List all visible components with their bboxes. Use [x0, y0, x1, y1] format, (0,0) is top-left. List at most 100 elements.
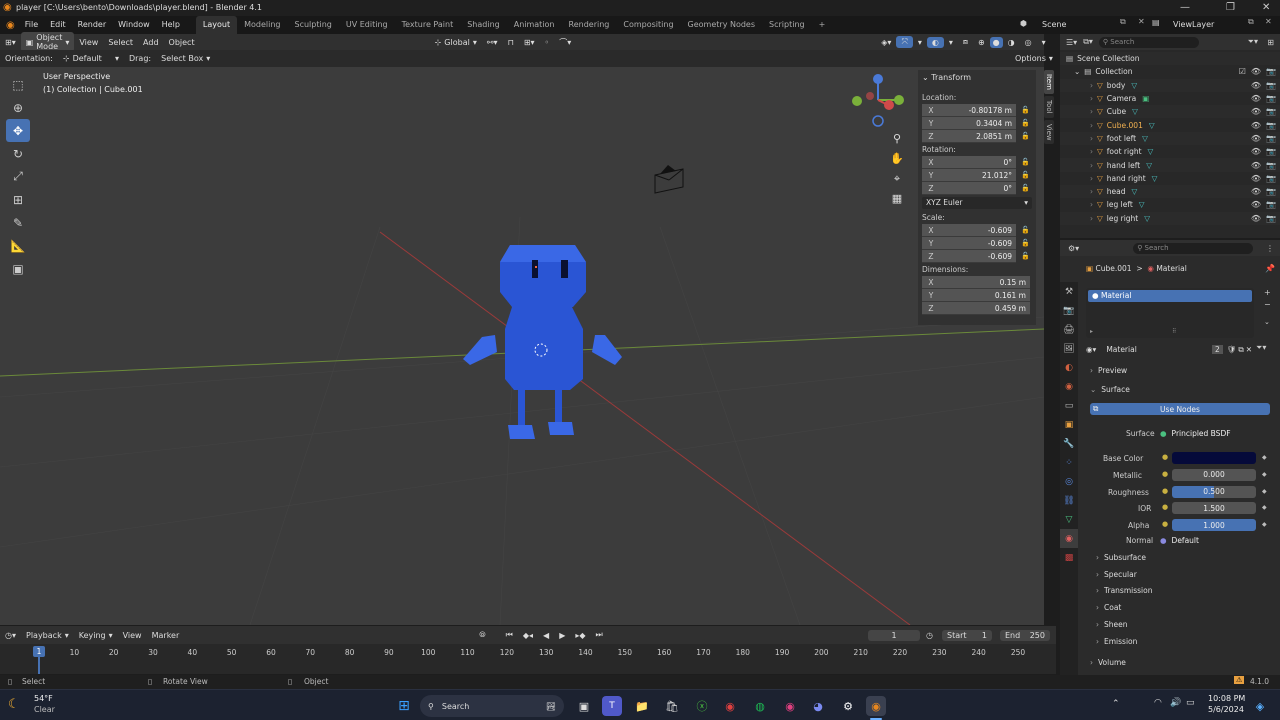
add-slot-button[interactable]: +: [1264, 288, 1271, 297]
material-tab-icon[interactable]: ◉: [1060, 529, 1078, 548]
start-frame-field[interactable]: Start 1: [942, 629, 992, 641]
menu-render[interactable]: Render: [72, 16, 112, 34]
roughness-field[interactable]: 0.500: [1172, 485, 1256, 498]
eye-icon[interactable]: 👁: [1251, 107, 1261, 116]
volume-icon[interactable]: 🔊: [1170, 698, 1181, 708]
clock-time[interactable]: 10:08 PM: [1208, 694, 1245, 703]
particles-tab-icon[interactable]: ⁘: [1060, 453, 1078, 472]
discord-icon[interactable]: ◕: [808, 696, 828, 716]
menu-playback[interactable]: Playback ▾: [21, 630, 74, 641]
tab-animation[interactable]: Animation: [507, 16, 562, 34]
outliner-item[interactable]: › ▽ Camera ▣ 👁 📷: [1060, 92, 1280, 105]
lock-icon[interactable]: 🔓: [1021, 184, 1030, 192]
lock-icon[interactable]: 🔓: [1021, 239, 1030, 247]
jump-start-button[interactable]: ⏮: [501, 629, 518, 641]
keyframe-dot-icon[interactable]: ◆: [1262, 521, 1267, 528]
remove-slot-button[interactable]: −: [1264, 300, 1271, 309]
expand-arrow-icon[interactable]: ›: [1090, 81, 1093, 90]
outliner-item[interactable]: › ▽ leg right ▽ 👁 📷: [1060, 211, 1280, 225]
delete-view-layer-icon[interactable]: ✕: [1265, 17, 1272, 26]
eye-icon[interactable]: 👁: [1251, 187, 1261, 196]
render-tab-icon[interactable]: 📷: [1060, 301, 1078, 320]
preview-panel[interactable]: › Preview: [1090, 366, 1127, 375]
camera-icon[interactable]: 📷: [1266, 147, 1276, 156]
editor-type-button[interactable]: ☰▾: [1066, 38, 1077, 47]
socket-icon[interactable]: ●: [1162, 487, 1168, 495]
outliner-item[interactable]: › ▽ foot left ▽ 👁 📷: [1060, 131, 1280, 146]
rotation-y-field[interactable]: Y 21.012°: [922, 169, 1016, 182]
camera-icon[interactable]: 📷: [1266, 94, 1276, 103]
surface-shader-selector[interactable]: ● Principled BSDF: [1160, 427, 1256, 439]
rotation-x-field[interactable]: X 0°: [922, 156, 1016, 169]
outliner-item[interactable]: › ▽ hand left ▽ 👁 📷: [1060, 158, 1280, 172]
tab-geometry-nodes[interactable]: Geometry Nodes: [681, 16, 762, 34]
scene-tab-icon[interactable]: ◐: [1060, 358, 1078, 377]
camera-icon[interactable]: 📷: [1266, 200, 1276, 209]
rotation-z-field[interactable]: Z 0°: [922, 182, 1016, 195]
play-reverse-button[interactable]: ◀: [538, 630, 554, 641]
scale-z-field[interactable]: Z -0.609: [922, 250, 1016, 263]
properties-search[interactable]: ⚲ Search: [1133, 242, 1254, 254]
rotation-mode-dropdown[interactable]: XYZ Euler ▾: [922, 197, 1032, 209]
camera-icon[interactable]: 📷: [1266, 134, 1276, 143]
outliner-item[interactable]: › ▽ leg left ▽ 👁 📷: [1060, 198, 1280, 211]
outliner-item[interactable]: › ▽ Cube.001 ▽ 👁 📷: [1060, 118, 1280, 131]
modifier-tab-icon[interactable]: 🔧: [1060, 434, 1078, 453]
select-box-tool[interactable]: ⬚: [6, 73, 30, 96]
gizmo-toggle[interactable]: ⤧: [896, 36, 913, 48]
normal-input[interactable]: ● Default: [1160, 534, 1256, 546]
steam-icon[interactable]: ⚙: [838, 696, 858, 716]
camera-icon[interactable]: 📷: [1266, 214, 1276, 223]
view-layer-tab-icon[interactable]: 🖼: [1060, 339, 1078, 358]
add-workspace-button[interactable]: +: [812, 16, 833, 34]
outliner-item[interactable]: › ▽ body ▽ 👁 📷: [1060, 78, 1280, 92]
menu-keying[interactable]: Keying ▾: [74, 630, 118, 641]
mesh-data-icon[interactable]: ▽: [1132, 187, 1138, 196]
editor-type-button[interactable]: ⊞▾: [0, 37, 21, 48]
xbox-icon[interactable]: ⓧ: [692, 696, 712, 716]
tab-texture-paint[interactable]: Texture Paint: [395, 16, 461, 34]
dimension-y-field[interactable]: Y 0.161 m: [922, 289, 1030, 302]
tool-tab-icon[interactable]: ⚒: [1060, 282, 1078, 301]
user-count[interactable]: 2: [1212, 345, 1223, 354]
spotify-icon[interactable]: ◍: [750, 696, 770, 716]
rotate-tool[interactable]: ↻: [6, 142, 30, 165]
weather-icon[interactable]: ☾: [8, 697, 20, 712]
volume-panel[interactable]: › Volume: [1090, 658, 1126, 667]
keyframe-dot-icon[interactable]: ◆: [1262, 504, 1267, 511]
playhead[interactable]: 1: [33, 646, 45, 657]
tab-shading[interactable]: Shading: [460, 16, 507, 34]
tab-modeling[interactable]: Modeling: [237, 16, 287, 34]
ortho-toggle-icon[interactable]: ▦: [888, 189, 906, 209]
next-keyframe-button[interactable]: ▸◆: [570, 630, 590, 641]
outliner-item[interactable]: › ▽ hand right ▽ 👁 📷: [1060, 172, 1280, 185]
mesh-data-icon[interactable]: ▽: [1132, 107, 1138, 116]
chrome-icon[interactable]: ◉: [720, 696, 740, 716]
timeline-area[interactable]: 10 20 30 40 50 60 70 80 90 100 110 120 130 140 150 160 1…: [0, 644, 1056, 674]
jump-end-button[interactable]: ⏭: [591, 629, 608, 641]
camera-view-icon[interactable]: ⌖: [888, 169, 906, 189]
eye-icon[interactable]: 👁: [1251, 94, 1261, 103]
camera-data-icon[interactable]: ▣: [1142, 94, 1149, 103]
socket-icon[interactable]: ●: [1162, 520, 1168, 528]
shading-material[interactable]: ◑: [1003, 37, 1020, 48]
weather-temp[interactable]: 54°F: [34, 694, 53, 703]
mesh-data-icon[interactable]: ▽: [1131, 81, 1137, 90]
fake-user-icon[interactable]: 🛡: [1227, 345, 1237, 354]
expand-arrow-icon[interactable]: ›: [1090, 147, 1093, 156]
start-button[interactable]: ⊞: [394, 696, 414, 716]
clock-date[interactable]: 5/6/2024: [1208, 705, 1244, 714]
slot-menu-button[interactable]: ⌄: [1264, 318, 1270, 326]
output-tab-icon[interactable]: 🖨: [1060, 320, 1078, 339]
expand-arrow-icon[interactable]: ›: [1090, 200, 1093, 209]
pivot-point-button[interactable]: ⚯▾: [482, 37, 503, 48]
task-view-icon[interactable]: ▣: [574, 696, 594, 716]
scene-selector[interactable]: Scene: [1042, 16, 1066, 34]
camera-icon[interactable]: 📷: [1266, 174, 1276, 183]
outliner-item[interactable]: › ▽ head ▽ 👁 📷: [1060, 184, 1280, 199]
expand-arrow-icon[interactable]: ›: [1090, 107, 1093, 116]
mesh-data-icon[interactable]: ▽: [1152, 174, 1158, 183]
add-cube-tool[interactable]: ▣: [6, 257, 30, 280]
delete-scene-icon[interactable]: ✕: [1138, 17, 1145, 26]
surface-panel[interactable]: ⌄ Surface: [1090, 385, 1130, 394]
